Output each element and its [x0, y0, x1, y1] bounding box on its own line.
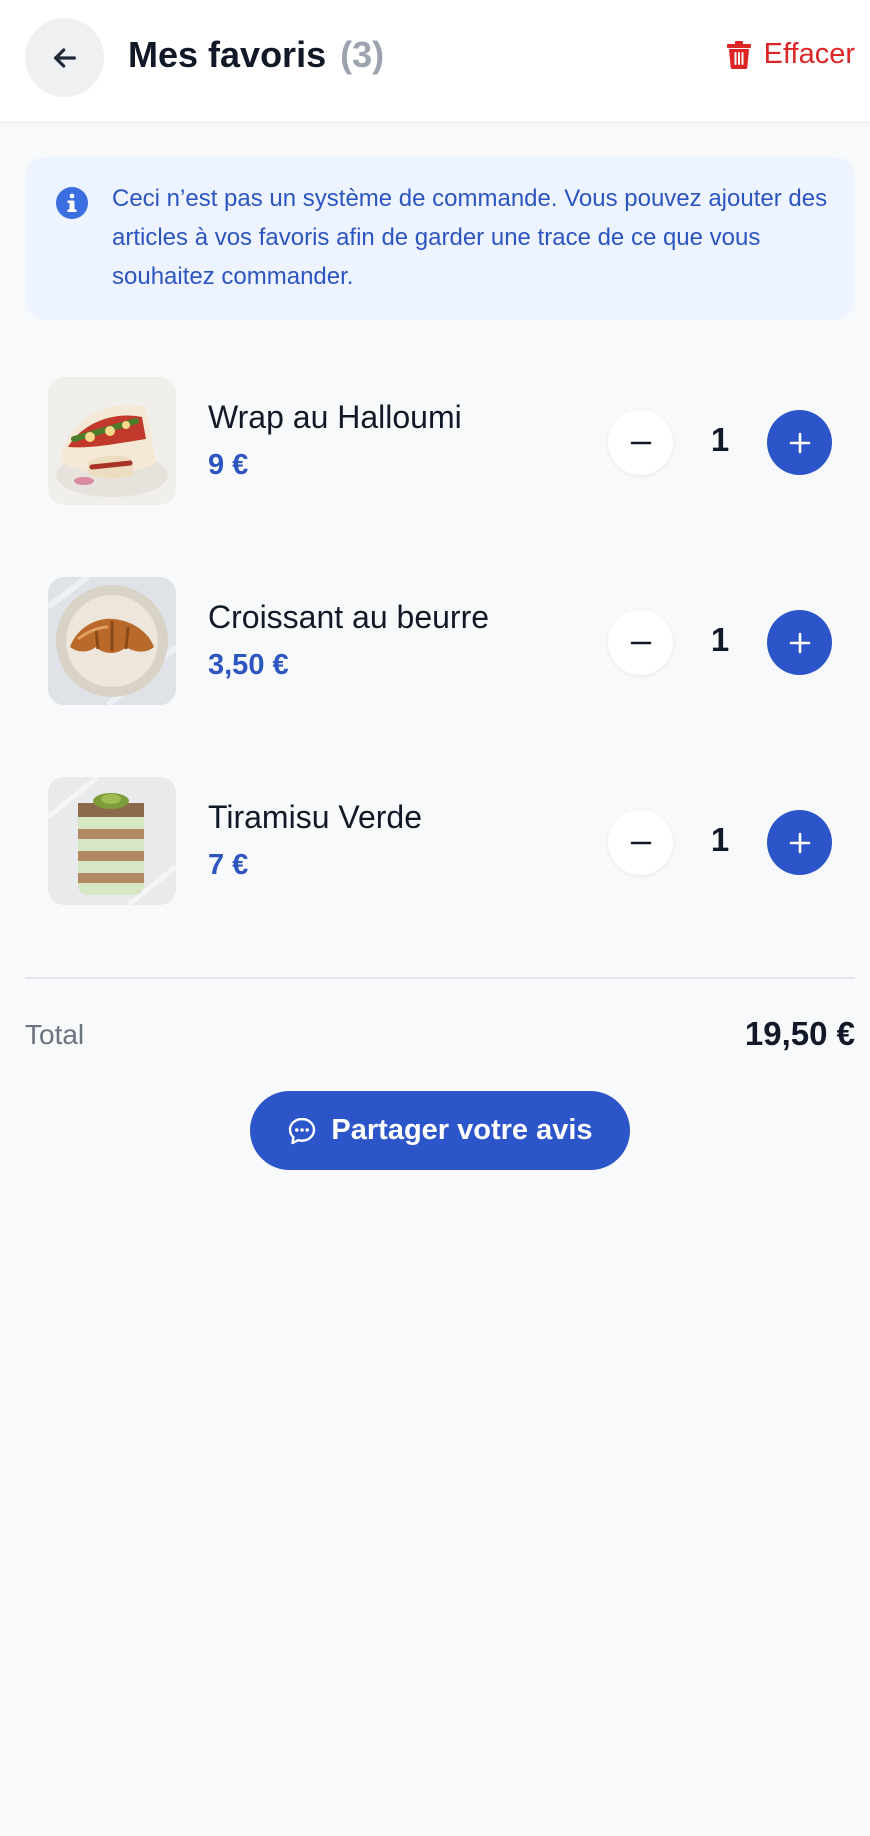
- minus-icon: [630, 641, 651, 644]
- item-name: Wrap au Halloumi: [208, 399, 462, 435]
- page-title-text: Mes favoris: [128, 34, 327, 75]
- total-label: Total: [25, 1019, 85, 1050]
- chat-icon: [289, 1117, 316, 1144]
- plus-icon: [789, 632, 810, 653]
- plus-icon: [789, 432, 810, 453]
- increase-quantity-button[interactable]: [767, 810, 832, 875]
- item-quantity: 1: [710, 421, 730, 458]
- item-name: Tiramisu Verde: [208, 799, 422, 835]
- clear-button[interactable]: Effacer: [726, 38, 855, 71]
- favorite-item: Tiramisu Verde 7 € 1: [0, 777, 870, 907]
- item-image-croissant: [48, 577, 176, 705]
- summary-divider: [25, 977, 855, 979]
- info-banner: Ceci n’est pas un système de commande. V…: [25, 157, 855, 320]
- info-text: Ceci n’est pas un système de commande. V…: [112, 185, 828, 290]
- item-price: 9 €: [208, 449, 249, 481]
- item-image-tiramisu: [48, 777, 176, 905]
- info-icon: [56, 187, 88, 219]
- favorite-item: Wrap au Halloumi 9 € 1: [0, 377, 870, 507]
- decrease-quantity-button[interactable]: [608, 410, 673, 475]
- share-button-label: Partager votre avis: [331, 1114, 593, 1146]
- app-header: Mes favoris (3) Effacer: [0, 0, 870, 121]
- arrow-left-icon: [53, 47, 76, 68]
- item-quantity: 1: [710, 621, 730, 658]
- page-title: Mes favoris (3): [128, 34, 384, 76]
- decrease-quantity-button[interactable]: [608, 610, 673, 675]
- increase-quantity-button[interactable]: [767, 610, 832, 675]
- item-image-halloumi-wrap: [48, 377, 176, 505]
- item-name: Croissant au beurre: [208, 599, 490, 635]
- decrease-quantity-button[interactable]: [608, 810, 673, 875]
- item-price: 7 €: [208, 849, 249, 881]
- total-value: 19,50 €: [744, 1015, 855, 1052]
- share-feedback-button[interactable]: Partager votre avis: [250, 1091, 630, 1170]
- back-button[interactable]: [25, 18, 104, 97]
- plus-icon: [789, 832, 810, 853]
- item-price: 3,50 €: [208, 649, 289, 681]
- item-quantity: 1: [710, 821, 730, 858]
- minus-icon: [630, 441, 651, 444]
- minus-icon: [630, 841, 651, 844]
- increase-quantity-button[interactable]: [767, 410, 832, 475]
- clear-label: Effacer: [763, 38, 855, 70]
- favorites-count: (3): [340, 34, 385, 75]
- trash-icon: [726, 40, 751, 69]
- favorite-item: Croissant au beurre 3,50 € 1: [0, 577, 870, 707]
